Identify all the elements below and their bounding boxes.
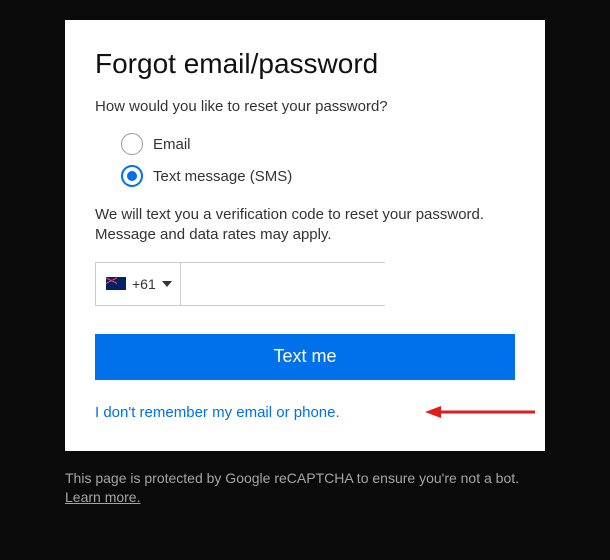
footer-text: This page is protected by Google reCAPTC… bbox=[65, 470, 519, 486]
radio-icon bbox=[121, 133, 143, 155]
phone-input[interactable] bbox=[181, 263, 400, 305]
radio-icon bbox=[121, 165, 143, 187]
reset-method-group: Email Text message (SMS) bbox=[121, 133, 515, 187]
country-code-selector[interactable]: +61 bbox=[96, 263, 181, 305]
flag-au-icon bbox=[106, 277, 126, 290]
forgot-email-phone-link[interactable]: I don't remember my email or phone. bbox=[95, 404, 340, 421]
chevron-down-icon bbox=[162, 281, 172, 287]
radio-sms[interactable]: Text message (SMS) bbox=[121, 165, 515, 187]
phone-field: +61 bbox=[95, 262, 385, 306]
dial-code: +61 bbox=[132, 276, 156, 292]
forgot-link-row: I don't remember my email or phone. bbox=[95, 404, 515, 421]
radio-email-label: Email bbox=[153, 136, 191, 153]
prompt-text: How would you like to reset your passwor… bbox=[95, 98, 515, 115]
recaptcha-footer: This page is protected by Google reCAPTC… bbox=[65, 469, 545, 508]
learn-more-link[interactable]: Learn more. bbox=[65, 489, 140, 505]
radio-email[interactable]: Email bbox=[121, 133, 515, 155]
text-me-button[interactable]: Text me bbox=[95, 334, 515, 380]
page-title: Forgot email/password bbox=[95, 48, 515, 80]
radio-sms-label: Text message (SMS) bbox=[153, 168, 292, 185]
annotation-arrow-icon bbox=[348, 405, 515, 419]
forgot-password-card: Forgot email/password How would you like… bbox=[65, 20, 545, 451]
sms-info-text: We will text you a verification code to … bbox=[95, 205, 515, 246]
